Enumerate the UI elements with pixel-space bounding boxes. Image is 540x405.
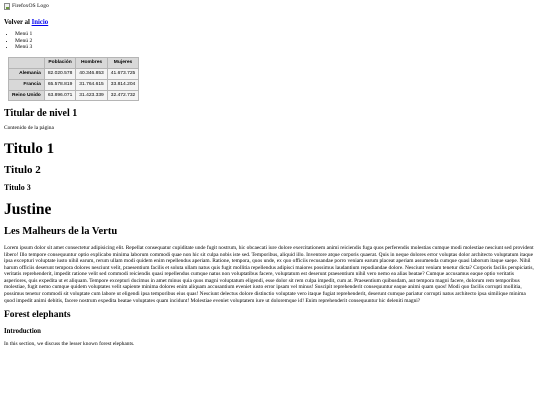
population-table: Población Hombres Mujeres Alemania 82.02…	[8, 56, 140, 102]
menu-item-1[interactable]: Menú 1	[15, 31, 536, 38]
cell-hombres: 31.764.615	[75, 78, 108, 91]
page: FirefoxOS Logo Volver al Inicio Menú 1 M…	[0, 0, 540, 350]
lorem-paragraph: Lorem ipsum dolor sit amet consectetur a…	[4, 244, 534, 304]
cell-poblacion: 65.578.819	[43, 78, 77, 91]
row-label: Reino Unido	[8, 89, 45, 102]
cell-poblacion: 63.896.071	[43, 89, 77, 102]
justine-heading: Justine	[4, 200, 52, 218]
back-prefix: Volver al	[4, 18, 32, 26]
table-row: Francia 65.578.819 31.764.615 33.814.204	[8, 78, 140, 91]
back-heading: Volver al Inicio	[4, 19, 536, 27]
menu-item-3[interactable]: Menú 3	[15, 44, 536, 51]
table-header-empty	[8, 56, 45, 69]
title-3: Titulo 3	[4, 183, 31, 193]
cell-hombres: 31.423.339	[75, 89, 108, 102]
table-row: Reino Unido 63.896.071 31.423.339 32.472…	[8, 89, 140, 102]
table-header-mujeres: Mujeres	[106, 56, 140, 69]
table-header-row: Población Hombres Mujeres	[8, 56, 140, 69]
menu-item-2[interactable]: Menú 2	[15, 38, 536, 45]
title-2: Titulo 2	[4, 163, 41, 176]
cell-hombres: 40.346.853	[75, 67, 108, 80]
malheurs-heading: Les Malheurs de la Vertu	[4, 226, 118, 238]
cell-mujeres: 32.472.732	[106, 89, 140, 102]
table-header-poblacion: Población	[43, 56, 77, 69]
home-link[interactable]: Inicio	[32, 19, 49, 26]
level-1-heading: Titular de nivel 1	[4, 108, 78, 120]
table-header-hombres: Hombres	[75, 56, 108, 69]
broken-image-icon	[4, 3, 10, 10]
cell-mujeres: 41.673.725	[106, 67, 140, 80]
title-1: Titulo 1	[4, 140, 55, 157]
logo-alt-text: FirefoxOS Logo	[12, 3, 49, 10]
menu-list: Menú 1 Menú 2 Menú 3	[4, 31, 536, 51]
cell-poblacion: 82.020.578	[43, 67, 77, 80]
firefoxos-logo: FirefoxOS Logo	[4, 3, 49, 10]
row-label: Francia	[8, 78, 45, 91]
page-content-text: Contenido de la página	[4, 125, 54, 132]
cell-mujeres: 33.814.204	[106, 78, 140, 91]
forest-elephants-heading: Forest elephants	[4, 310, 71, 321]
row-label: Alemania	[8, 67, 45, 80]
table-row: Alemania 82.020.578 40.346.853 41.673.72…	[8, 67, 140, 80]
introduction-heading: Introduction	[4, 327, 41, 335]
intro-paragraph: In this section, we discuss the lesser k…	[4, 340, 135, 347]
